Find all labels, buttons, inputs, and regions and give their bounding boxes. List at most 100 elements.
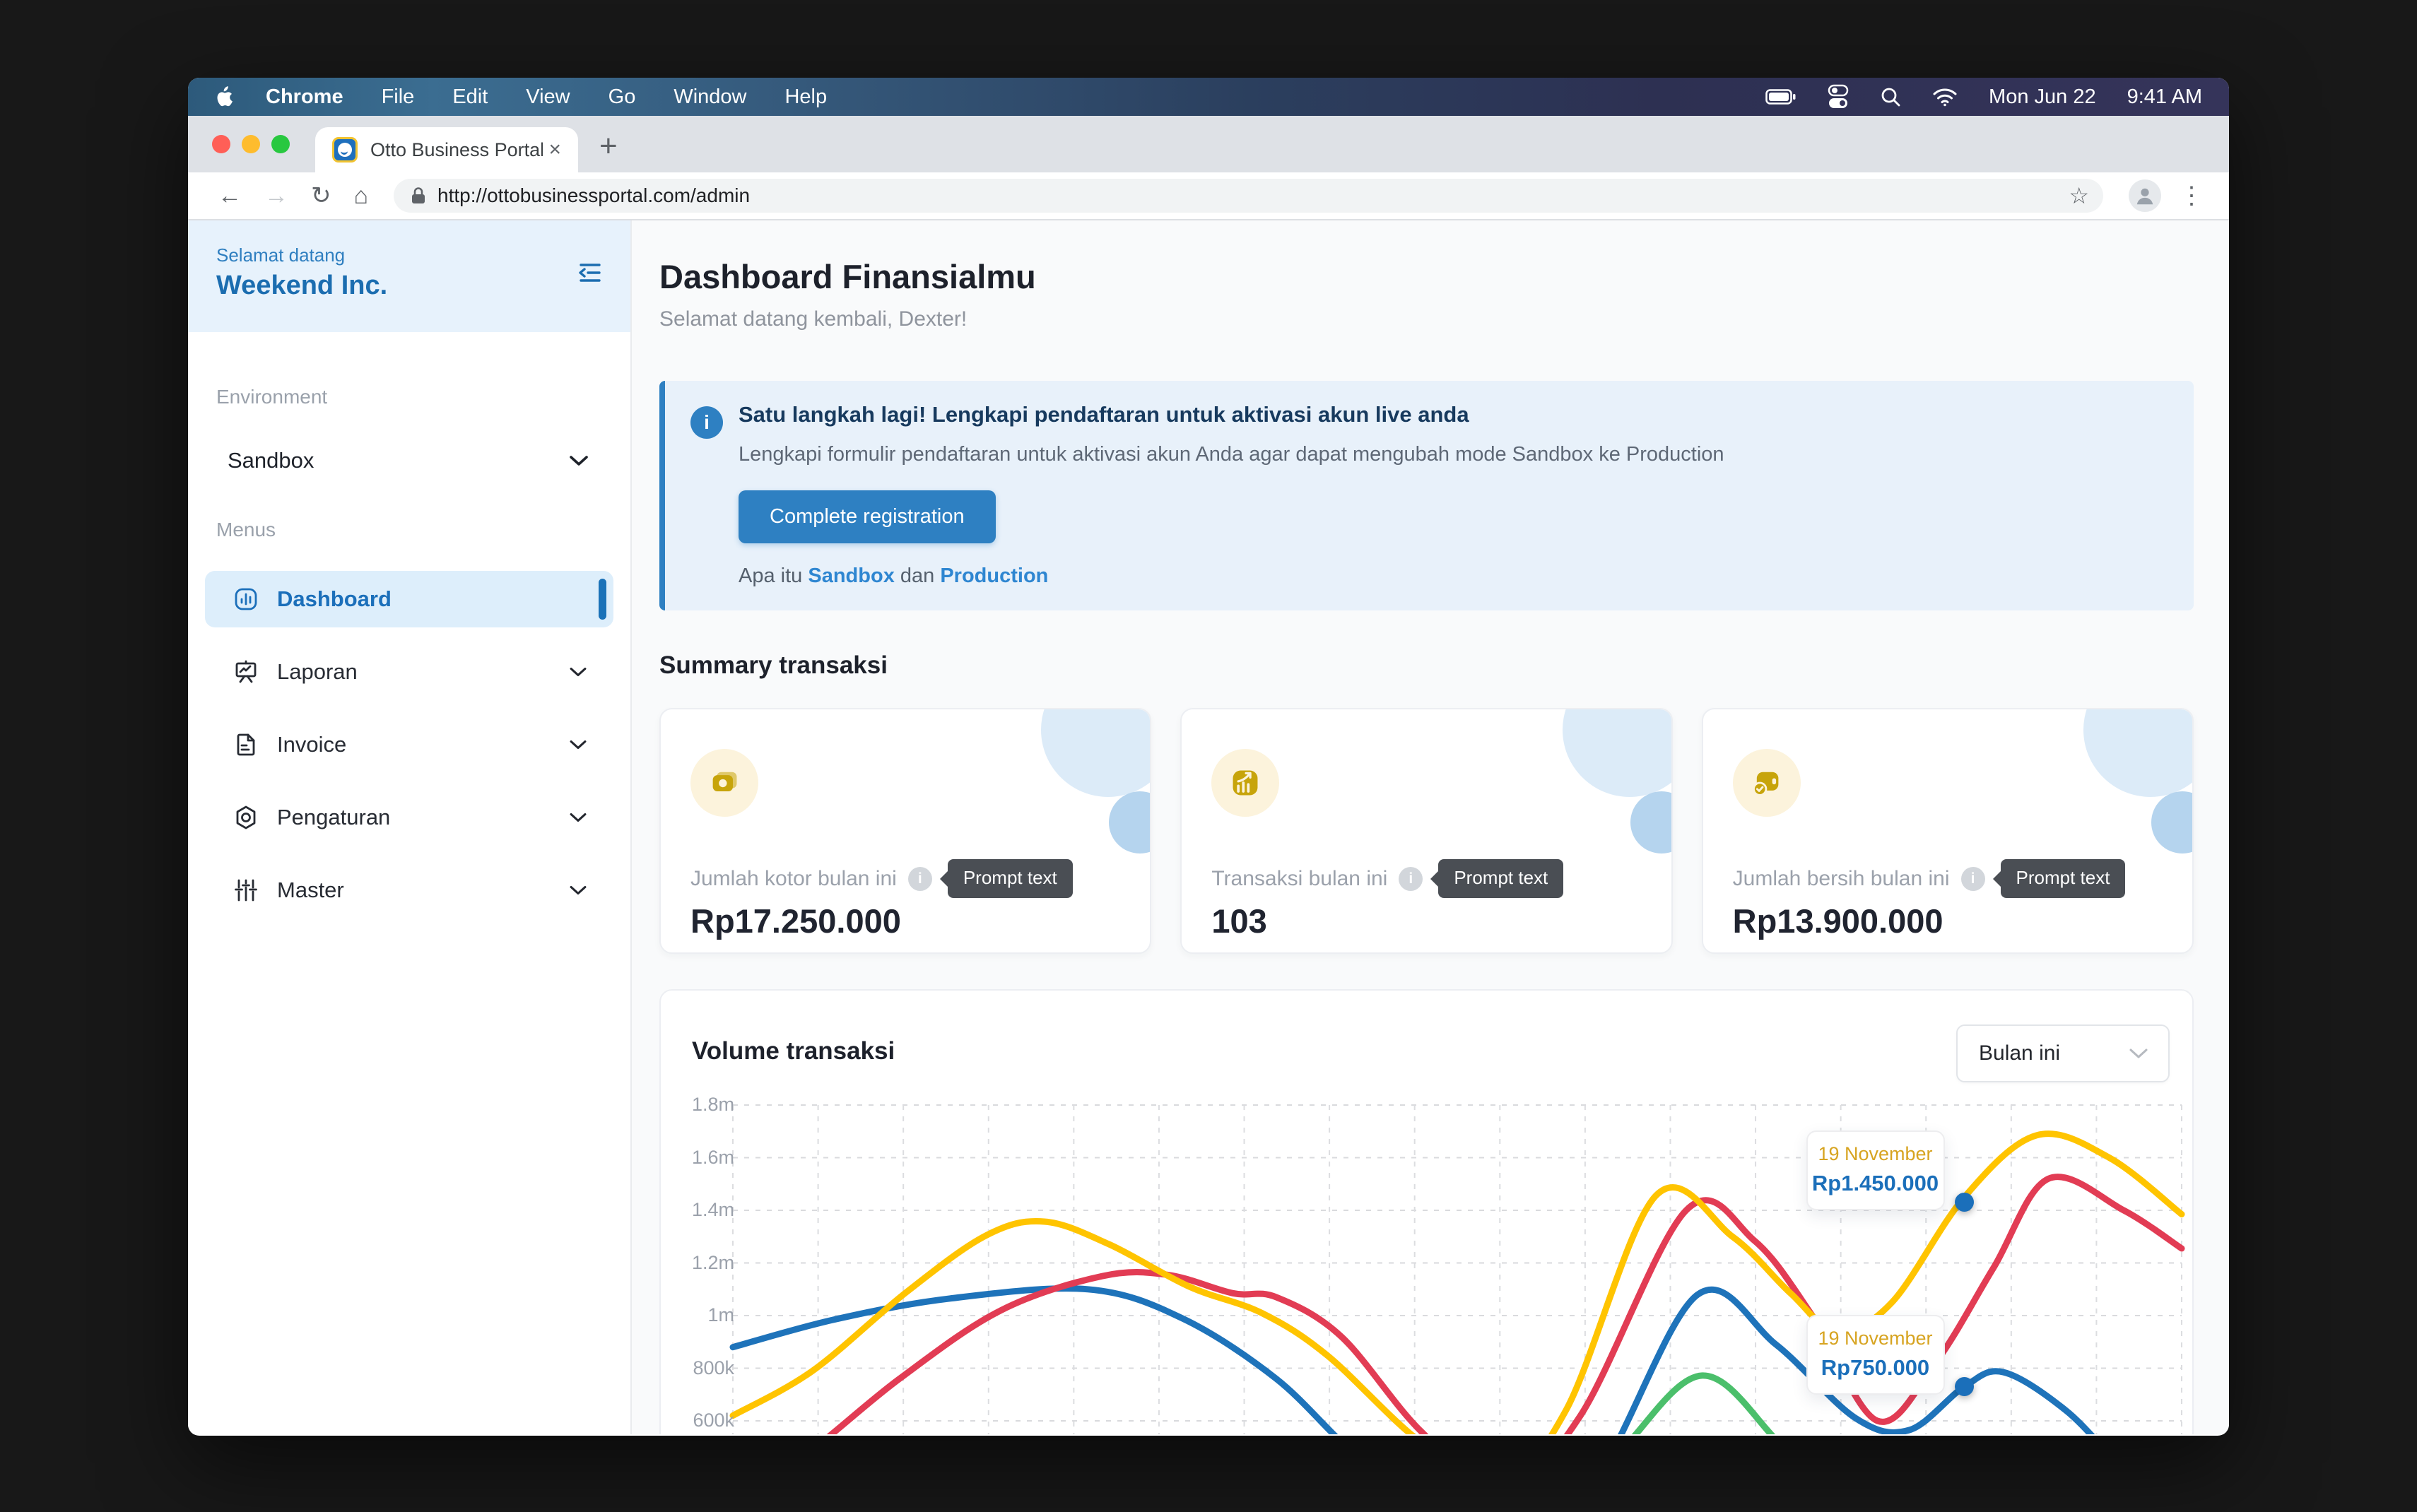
page-subtitle: Selamat datang kembali, Dexter! (659, 307, 2194, 331)
sidebar-collapse-icon[interactable] (575, 260, 604, 289)
y-axis-tick: 1m (669, 1304, 734, 1326)
menubar-item-help[interactable]: Help (784, 85, 827, 109)
card-label: Jumlah bersih bulan ini (1733, 867, 1950, 891)
battery-icon[interactable] (1765, 85, 1796, 108)
chart-title: Volume transaksi (692, 1037, 895, 1065)
address-bar: ← → ↻ ⌂ http://ottobusinessportal.com/ad… (188, 172, 2229, 220)
sidebar-welcome-label: Selamat datang (216, 244, 602, 266)
environment-label: Environment (216, 386, 630, 408)
chart-tooltip-amount: Rp750.000 (1812, 1355, 1939, 1381)
wifi-icon[interactable] (1932, 87, 1958, 107)
decor-circle (2151, 791, 2194, 854)
environment-select[interactable]: Sandbox (188, 448, 630, 473)
menubar-date[interactable]: Mon Jun 22 (1989, 85, 2096, 109)
chevron-down-icon (568, 811, 588, 824)
tab-otto-business-portal[interactable]: Otto Business Portal × (315, 127, 578, 172)
menubar-item-view[interactable]: View (526, 85, 570, 109)
info-icon[interactable]: i (908, 867, 932, 891)
card-value: 103 (1211, 902, 1266, 940)
banner-link-middle: dan (900, 565, 934, 587)
y-axis-tick: 1.4m (669, 1199, 734, 1221)
menubar-item-edit[interactable]: Edit (452, 85, 488, 109)
registration-banner: i Satu langkah lagi! Lengkapi pendaftara… (659, 381, 2194, 610)
banner-body: Lengkapi formulir pendaftaran untuk akti… (739, 443, 2160, 466)
chevron-down-icon (568, 454, 589, 468)
prompt-tooltip: Prompt text (2001, 859, 2126, 898)
new-tab-button[interactable]: + (599, 127, 618, 165)
chart-tooltip: 19 NovemberRp750.000 (1806, 1315, 1945, 1395)
sidebar: Selamat datang Weekend Inc. Environment … (188, 220, 632, 1434)
bookmark-star-icon[interactable]: ☆ (2069, 182, 2089, 209)
sidebar-item-label: Dashboard (277, 586, 392, 612)
sidebar-item-pengaturan[interactable]: Pengaturan (205, 789, 613, 846)
chevron-down-icon (568, 738, 588, 751)
window-zoom-button[interactable] (271, 135, 290, 153)
sidebar-header: Selamat datang Weekend Inc. (188, 220, 630, 332)
apple-logo-icon[interactable] (215, 86, 233, 107)
main-content: Dashboard Finansialmu Selamat datang kem… (632, 220, 2229, 1434)
url-field[interactable]: http://ottobusinessportal.com/admin ☆ (394, 179, 2103, 213)
lock-icon[interactable] (409, 186, 428, 206)
y-axis-tick: 600k (669, 1410, 734, 1431)
sidebar-item-master[interactable]: Master (205, 862, 613, 919)
sidebar-item-label: Master (277, 878, 344, 903)
window-close-button[interactable] (212, 135, 230, 153)
menubar-item-go[interactable]: Go (608, 85, 636, 109)
browser-menu-icon[interactable]: ⋮ (2180, 182, 2204, 210)
card-value: Rp13.900.000 (1733, 902, 1943, 940)
url-text[interactable]: http://ottobusinessportal.com/admin (437, 184, 750, 207)
info-icon[interactable]: i (1399, 867, 1423, 891)
banknotes-icon (690, 749, 758, 817)
info-icon[interactable]: i (1961, 867, 1985, 891)
profile-avatar[interactable] (2129, 179, 2161, 212)
menubar-item-file[interactable]: File (382, 85, 415, 109)
production-link[interactable]: Production (940, 565, 1048, 587)
y-axis-tick: 1.2m (669, 1252, 734, 1274)
summary-heading: Summary transaksi (659, 651, 2194, 680)
decor-circle (1109, 791, 1151, 854)
spotlight-search-icon[interactable] (1880, 86, 1901, 107)
menubar-item-chrome[interactable]: Chrome (266, 85, 343, 109)
dashboard-icon (233, 586, 259, 612)
complete-registration-button[interactable]: Complete registration (739, 490, 996, 543)
reload-icon[interactable]: ↻ (311, 182, 331, 210)
sidebar-item-dashboard[interactable]: Dashboard (205, 571, 613, 627)
menubar-clock[interactable]: 9:41 AM (2127, 85, 2202, 109)
tab-close-icon[interactable]: × (548, 138, 561, 162)
settings-icon (233, 805, 259, 830)
card-net-amount: Jumlah bersih bulan ini i Prompt text Rp… (1702, 708, 2194, 954)
info-icon: i (690, 406, 723, 439)
tab-favicon (332, 137, 358, 163)
forward-icon[interactable]: → (264, 182, 288, 210)
wallet-check-icon (1733, 749, 1801, 817)
decor-circle (1041, 708, 1151, 797)
y-axis-tick: 1.6m (669, 1147, 734, 1169)
chart-tooltip-amount: Rp1.450.000 (1812, 1171, 1939, 1196)
environment-value: Sandbox (228, 448, 314, 473)
home-icon[interactable]: ⌂ (354, 182, 369, 210)
window-minimize-button[interactable] (242, 135, 260, 153)
sidebar-item-invoice[interactable]: Invoice (205, 716, 613, 773)
control-center-icon[interactable] (1828, 83, 1849, 110)
tab-strip: Otto Business Portal × + (188, 116, 2229, 172)
browser-window: Chrome File Edit View Go Window Help Mon… (188, 78, 2229, 1436)
chart-marker-dot[interactable] (1955, 1377, 1974, 1396)
banner-title: Satu langkah lagi! Lengkapi pendaftaran … (739, 402, 2160, 427)
card-label: Jumlah kotor bulan ini (690, 867, 897, 891)
period-select-value: Bulan ini (1979, 1041, 2060, 1065)
tab-title: Otto Business Portal (370, 139, 543, 161)
sidebar-item-label: Pengaturan (277, 805, 390, 830)
menubar-item-window[interactable]: Window (674, 85, 746, 109)
sliders-icon (233, 878, 259, 903)
active-indicator (599, 579, 606, 620)
decor-circle (1630, 791, 1673, 854)
menus-label: Menus (216, 519, 630, 541)
sandbox-link[interactable]: Sandbox (808, 565, 894, 587)
sidebar-item-laporan[interactable]: Laporan (205, 644, 613, 700)
line-chart[interactable]: 19 NovemberRp1.450.00019 NovemberRp750.0… (733, 1105, 2182, 1434)
back-icon[interactable]: ← (218, 182, 242, 210)
y-axis-tick: 1.8m (669, 1094, 734, 1116)
chevron-down-icon (2127, 1046, 2150, 1061)
banner-links: Apa itu Sandbox dan Production (739, 565, 2160, 588)
period-select[interactable]: Bulan ini (1956, 1024, 2170, 1082)
